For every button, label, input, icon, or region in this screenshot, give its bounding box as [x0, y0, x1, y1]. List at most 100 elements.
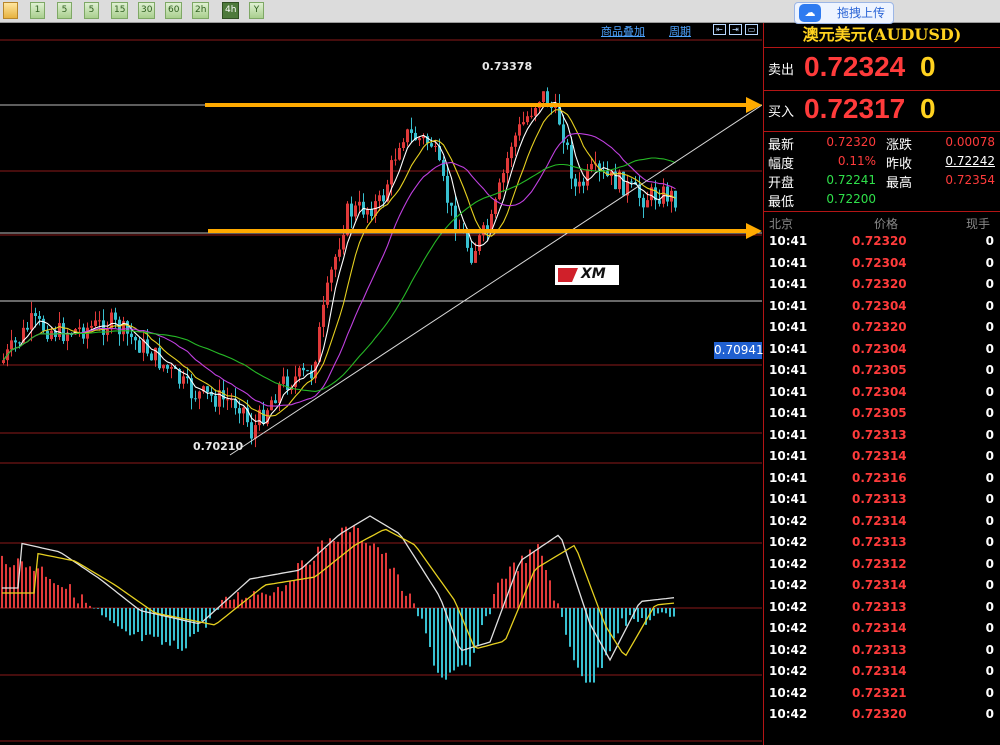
low-label: 最低: [768, 195, 795, 210]
period-y-button[interactable]: Y: [249, 2, 264, 19]
cloud-upload-icon: ☁: [799, 4, 821, 22]
candle-body: [442, 160, 445, 176]
tick-volume: 0: [985, 556, 994, 571]
arrow-left-icon[interactable]: ⇤: [713, 24, 726, 35]
candle-body: [326, 282, 329, 305]
period-2h-button[interactable]: 2h: [192, 2, 210, 19]
candle-body: [98, 320, 101, 322]
candle-body: [622, 171, 625, 196]
period-1m-button[interactable]: 1: [30, 2, 45, 19]
candle-body: [502, 173, 505, 183]
sell-price: 0.72324: [804, 51, 906, 82]
tick-volume: 0: [985, 664, 994, 678]
period-4h-button[interactable]: 4h: [222, 2, 240, 19]
tick-volume: 0: [985, 578, 994, 592]
chart-grid: [0, 39, 762, 742]
period-link[interactable]: 周期: [669, 23, 691, 39]
candle-body: [2, 360, 5, 363]
price-tag: 0.70941: [714, 342, 764, 359]
layout-icon[interactable]: ▭: [745, 24, 758, 35]
prev-close-value: 0.72242: [945, 154, 995, 168]
candle-body: [162, 364, 165, 369]
candle-body: [370, 208, 373, 217]
high-label: 最高: [886, 176, 913, 191]
tick-volume: 0: [985, 384, 994, 399]
candle-body: [274, 400, 277, 404]
tick-price: 0.72304: [852, 341, 907, 356]
moving-averages: [3, 101, 676, 425]
tick-time: 10:41: [769, 406, 808, 420]
candle-body: [226, 399, 229, 401]
candle-body: [406, 129, 409, 143]
tick-row: 10:41 0.72305 0: [764, 363, 1000, 384]
candle-body: [238, 408, 241, 414]
candle-body: [582, 181, 585, 186]
tick-price: 0.72305: [852, 406, 907, 420]
tick-volume: 0: [985, 406, 994, 420]
candle-body: [450, 202, 453, 206]
candle-body: [134, 337, 137, 341]
tick-price: 0.72316: [852, 470, 907, 485]
tick-row: 10:41 0.72304 0: [764, 256, 1000, 277]
tick-row: 10:41 0.72304 0: [764, 385, 1000, 406]
tick-time: 10:41: [769, 470, 808, 485]
candle-body: [338, 249, 341, 257]
candle-body: [150, 353, 153, 361]
period-60m-button[interactable]: 60: [165, 2, 183, 19]
candle-body: [166, 364, 169, 369]
candle-body: [398, 148, 401, 160]
tick-time: 10:42: [769, 556, 808, 571]
candle-body: [218, 390, 221, 407]
candle-body: [114, 312, 117, 320]
tick-price: 0.72312: [852, 556, 907, 571]
divider: [764, 90, 1000, 91]
tick-price: 0.72314: [852, 513, 907, 528]
arrow-right-icon[interactable]: ⇥: [729, 24, 742, 35]
candle-body: [530, 115, 533, 117]
candle-body: [158, 347, 161, 369]
tick-row: 10:42 0.72314 0: [764, 578, 1000, 599]
candle-body: [466, 232, 469, 248]
candle-body: [586, 169, 589, 186]
latest-label: 最新: [768, 138, 795, 153]
candle-body: [410, 129, 413, 133]
tick-row: 10:42 0.72312 0: [764, 557, 1000, 578]
tick-volume: 0: [985, 492, 994, 506]
candle-body: [14, 340, 17, 343]
support-arrow-head: [746, 223, 762, 239]
high-price-annotation: 0.73378: [482, 60, 533, 73]
period-5m-button[interactable]: 5: [57, 2, 72, 19]
candle-body: [522, 122, 525, 125]
tick-time: 10:41: [769, 320, 808, 334]
candle-body: [434, 146, 437, 148]
tick-volume: 0: [985, 535, 994, 549]
tick-volume: 0: [985, 277, 994, 291]
overlay-link[interactable]: 商品叠加: [601, 23, 645, 39]
candle-body: [66, 334, 69, 342]
tick-volume: 0: [985, 427, 994, 442]
tick-price: 0.72313: [852, 642, 907, 657]
upload-button[interactable]: ☁ 拖拽上传: [794, 2, 894, 24]
toolbar-button-0[interactable]: [3, 2, 18, 19]
candle-body: [206, 386, 209, 392]
kline-chart[interactable]: [0, 23, 762, 745]
tick-price: 0.72320: [852, 234, 907, 248]
tick-volume: 0: [985, 707, 994, 721]
tick-price: 0.72320: [852, 277, 907, 291]
latest-value: 0.72320: [826, 135, 876, 149]
tick-row: 10:41 0.72313 0: [764, 428, 1000, 449]
candle-body: [354, 205, 357, 217]
candle-body: [674, 190, 677, 208]
period-5-button[interactable]: 5: [84, 2, 99, 19]
candle-body: [578, 181, 581, 187]
candle-body: [306, 370, 309, 372]
tick-row: 10:42 0.72321 0: [764, 686, 1000, 707]
trend-overlays: [0, 97, 762, 456]
candle-body: [394, 159, 397, 161]
period-15m-button[interactable]: 15: [111, 2, 129, 19]
tick-time: 10:41: [769, 234, 808, 248]
period-30m-button[interactable]: 30: [138, 2, 156, 19]
candle-body: [474, 250, 477, 263]
high-value: 0.72354: [945, 173, 995, 187]
divider: [764, 131, 1000, 132]
